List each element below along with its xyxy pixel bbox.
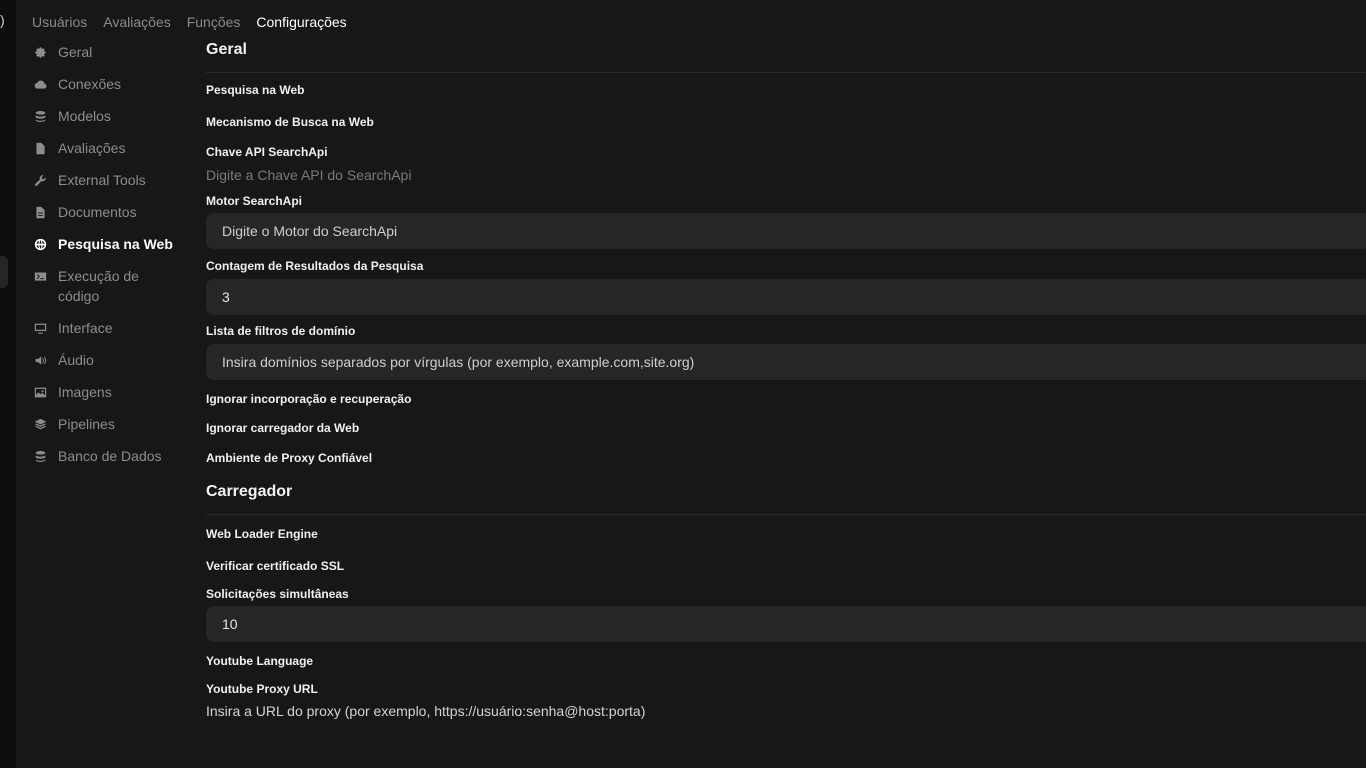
stack-icon bbox=[32, 106, 48, 126]
document-icon bbox=[32, 138, 48, 158]
youtube-proxy-label: Youtube Proxy URL bbox=[206, 682, 318, 696]
section-title-general: Geral bbox=[206, 41, 247, 58]
sidebar-item-audio[interactable]: Áudio bbox=[32, 350, 182, 382]
sidebar-item-pipelines[interactable]: Pipelines bbox=[32, 414, 182, 446]
verify-ssl-label: Verificar certificado SSL bbox=[206, 559, 345, 573]
section-divider bbox=[206, 514, 1366, 515]
youtube-language-label: Youtube Language bbox=[206, 654, 314, 668]
sidebar-item-label: External Tools bbox=[58, 172, 146, 188]
settings-sidebar: Geral Conexões Modelos Avaliações Extern… bbox=[32, 42, 182, 478]
sidebar-item-label: Interface bbox=[58, 320, 113, 336]
sidebar-item-general[interactable]: Geral bbox=[32, 42, 182, 74]
sidebar-item-label: Modelos bbox=[58, 108, 111, 124]
domain-filter-input[interactable]: Insira domínios separados por vírgulas (… bbox=[206, 344, 1366, 380]
monitor-icon bbox=[32, 318, 48, 338]
image-icon bbox=[32, 382, 48, 402]
web-search-label: Pesquisa na Web bbox=[206, 83, 305, 97]
settings-content: Geral Pesquisa na Web Mecanismo de Busca… bbox=[206, 0, 1366, 768]
sidebar-item-external-tools[interactable]: External Tools bbox=[32, 170, 182, 202]
terminal-icon bbox=[32, 266, 48, 286]
cloud-icon bbox=[32, 74, 48, 94]
left-edge-panel: ) bbox=[0, 0, 16, 768]
youtube-proxy-input[interactable]: Insira a URL do proxy (por exemplo, http… bbox=[206, 703, 645, 719]
wrench-icon bbox=[32, 170, 48, 190]
result-count-label: Contagem de Resultados da Pesquisa bbox=[206, 259, 424, 273]
api-key-input[interactable]: Digite a Chave API do SearchApi bbox=[206, 167, 411, 183]
sidebar-item-database[interactable]: Banco de Dados bbox=[32, 446, 182, 478]
sidebar-item-code-execution[interactable]: Execução de código bbox=[32, 266, 182, 318]
paren-glyph: ) bbox=[0, 12, 5, 28]
sidebar-item-label: Conexões bbox=[58, 76, 122, 92]
document-text-icon bbox=[32, 202, 48, 222]
sidebar-item-label: Áudio bbox=[58, 352, 94, 368]
sidebar-item-interface[interactable]: Interface bbox=[32, 318, 182, 350]
bypass-loader-label: Ignorar carregador da Web bbox=[206, 421, 360, 435]
api-key-label: Chave API SearchApi bbox=[206, 145, 328, 159]
sidebar-item-label: Geral bbox=[58, 44, 93, 60]
engine-label: Motor SearchApi bbox=[206, 194, 303, 208]
database-icon bbox=[32, 446, 48, 466]
sidebar-item-label: Banco de Dados bbox=[58, 448, 162, 464]
sidebar-item-documents[interactable]: Documentos bbox=[32, 202, 182, 234]
search-engine-label: Mecanismo de Busca na Web bbox=[206, 115, 374, 129]
engine-input[interactable]: Digite o Motor do SearchApi bbox=[206, 213, 1366, 249]
sidebar-item-label: Execução de código bbox=[58, 268, 139, 304]
sidebar-item-label: Pipelines bbox=[58, 416, 115, 432]
sidebar-item-label: Imagens bbox=[58, 384, 112, 400]
sidebar-item-label: Pesquisa na Web bbox=[58, 236, 173, 252]
sidebar-item-images[interactable]: Imagens bbox=[32, 382, 182, 414]
section-title-loader: Carregador bbox=[206, 483, 293, 500]
tab-users[interactable]: Usuários bbox=[32, 12, 87, 32]
sidebar-item-label: Documentos bbox=[58, 204, 137, 220]
concurrent-requests-input[interactable]: 10 bbox=[206, 606, 1366, 642]
bypass-embedding-label: Ignorar incorporação e recuperação bbox=[206, 392, 412, 406]
concurrent-requests-label: Solicitações simultâneas bbox=[206, 587, 349, 601]
sidebar-item-label: Avaliações bbox=[58, 140, 126, 156]
sidebar-item-connections[interactable]: Conexões bbox=[32, 74, 182, 106]
domain-filter-label: Lista de filtros de domínio bbox=[206, 324, 356, 338]
layers-icon bbox=[32, 414, 48, 434]
trust-proxy-label: Ambiente de Proxy Confiável bbox=[206, 451, 373, 465]
sidebar-item-evaluations[interactable]: Avaliações bbox=[32, 138, 182, 170]
gear-icon bbox=[32, 42, 48, 62]
speaker-icon bbox=[32, 350, 48, 370]
sidebar-handle[interactable] bbox=[0, 256, 8, 288]
sidebar-item-models[interactable]: Modelos bbox=[32, 106, 182, 138]
sidebar-item-web-search[interactable]: Pesquisa na Web bbox=[32, 234, 182, 266]
result-count-input[interactable]: 3 bbox=[206, 279, 1366, 315]
tab-evaluations[interactable]: Avaliações bbox=[103, 12, 170, 32]
loader-engine-label: Web Loader Engine bbox=[206, 527, 318, 541]
globe-icon bbox=[32, 234, 48, 254]
section-divider bbox=[206, 72, 1366, 73]
